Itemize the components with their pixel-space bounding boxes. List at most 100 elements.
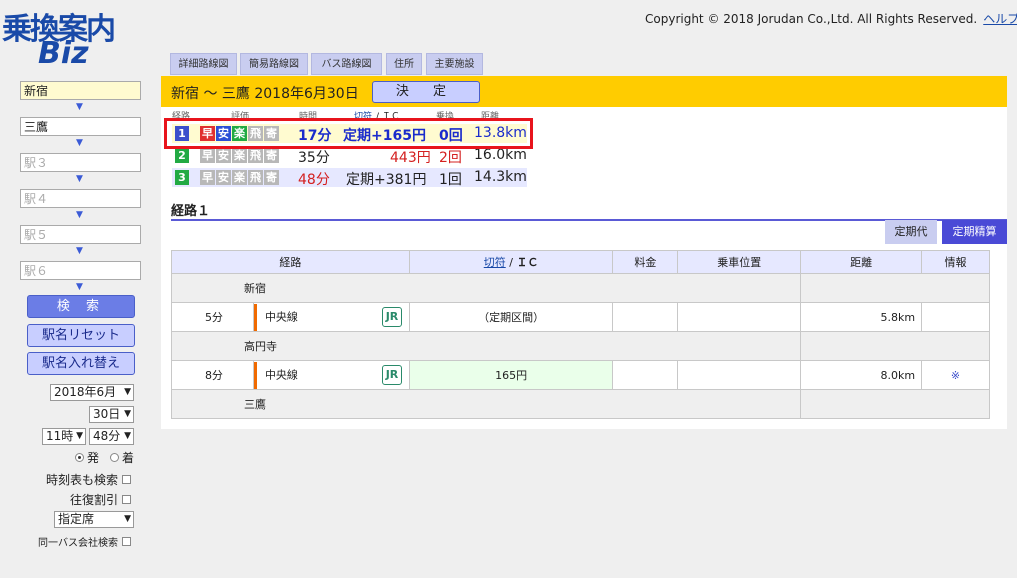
arrow-down-icon: ▼ xyxy=(76,138,83,148)
stopover-badge: 寄 xyxy=(264,170,279,185)
ticket-ic-separator: / xyxy=(505,256,517,269)
route-time: 35分 xyxy=(298,150,330,166)
station-name: 新宿 xyxy=(170,273,801,303)
segment-position xyxy=(677,360,802,390)
tab-simple-map[interactable]: 簡易路線図 xyxy=(240,53,308,75)
tab-facilities[interactable]: 主要施設 xyxy=(426,53,483,75)
tab-address[interactable]: 住所 xyxy=(386,53,422,75)
checkbox-icon xyxy=(122,475,131,484)
station-name: 高円寺 xyxy=(170,331,802,361)
day-value: 30日 xyxy=(93,407,121,421)
timetable-label: 時刻表も検索 xyxy=(45,473,118,487)
roundtrip-checkbox[interactable]: 往復割引 xyxy=(40,491,131,508)
segment-row: 5分 中央線 JR （定期区間） 5.8km xyxy=(171,302,990,332)
minute-value: 48分 xyxy=(93,429,121,443)
checkbox-icon xyxy=(122,537,131,546)
arrow-down-icon: ▼ xyxy=(76,246,83,256)
segment-row: 8分 中央線 JR 165円 8.0km ※ xyxy=(171,360,990,390)
arrow-down-icon: ▼ xyxy=(76,174,83,184)
cheap-badge: 安 xyxy=(216,170,231,185)
month-value: 2018年6月 xyxy=(54,385,117,399)
ticket-link[interactable]: 切符 xyxy=(484,256,506,269)
station-row: 三鷹 xyxy=(170,389,990,419)
reset-stations-button[interactable]: 駅名リセット xyxy=(27,324,135,347)
route-number: 3 xyxy=(175,170,189,185)
line-color-bar xyxy=(253,361,257,389)
route-section-title: 経路１ xyxy=(171,204,211,219)
cheap-badge: 安 xyxy=(216,148,231,163)
jr-icon: JR xyxy=(382,365,402,385)
segment-operator: JR xyxy=(375,360,410,390)
via-station-6-input[interactable] xyxy=(20,261,141,280)
same-bus-checkbox[interactable]: 同一バス会社検索 xyxy=(20,534,131,549)
depart-radio[interactable]: 発 xyxy=(75,449,99,466)
station-row: 高円寺 xyxy=(170,331,990,361)
via-station-3-input[interactable] xyxy=(20,153,141,172)
route-fare: 443円 xyxy=(390,150,431,166)
copyright: Copyright © 2018 Jorudan Co.,Ltd. All Ri… xyxy=(645,10,1017,27)
direct-badge: 飛 xyxy=(248,148,263,163)
th-fee: 料金 xyxy=(612,250,679,274)
chevron-down-icon: ▼ xyxy=(76,431,83,441)
decide-button[interactable]: 決 定 xyxy=(372,81,480,103)
info-note-link[interactable]: ※ xyxy=(921,360,990,390)
station-row-blank xyxy=(800,389,990,419)
segment-fee xyxy=(612,302,679,332)
th-distance: 距離 xyxy=(800,250,923,274)
route-time: 48分 xyxy=(298,172,330,188)
arrive-radio[interactable]: 着 xyxy=(110,449,134,466)
swap-stations-button[interactable]: 駅名入れ替え xyxy=(27,352,135,375)
fast-badge: 早 xyxy=(200,170,215,185)
segment-line: 中央線 xyxy=(252,360,376,390)
to-station-input[interactable] xyxy=(20,117,141,136)
route-distance: 16.0km xyxy=(474,147,527,163)
day-select[interactable]: 30日 ▼ xyxy=(89,406,134,423)
route-detail-table: 経路 切符 / ＩＣ 料金 乗車位置 距離 情報 新宿 5分 中央線 JR （定… xyxy=(170,250,990,419)
th-route: 経路 xyxy=(171,250,410,274)
month-select[interactable]: 2018年6月 ▼ xyxy=(50,384,134,401)
via-station-4-input[interactable] xyxy=(20,189,141,208)
route-distance: 14.3km xyxy=(474,169,527,185)
line-name: 中央線 xyxy=(264,368,298,381)
route-option-3[interactable]: 3 早 安 楽 飛 寄 48分 定期+381円 1回 14.3km xyxy=(172,168,527,188)
segment-fare: （定期区間） xyxy=(408,302,614,332)
segment-fee xyxy=(612,360,679,390)
stopover-badge: 寄 xyxy=(264,148,279,163)
route-transfers: 1回 xyxy=(439,172,462,188)
logo[interactable]: 乗換案内 Biz xyxy=(0,2,160,74)
timetable-checkbox[interactable]: 時刻表も検索 xyxy=(40,471,131,488)
radio-icon xyxy=(110,453,119,462)
route-transfers: 2回 xyxy=(439,150,462,166)
station-row-blank xyxy=(800,273,990,303)
pass-fare-toggle[interactable]: 定期代 xyxy=(885,220,937,244)
via-station-5-input[interactable] xyxy=(20,225,141,244)
checkbox-icon xyxy=(122,495,131,504)
chevron-down-icon: ▼ xyxy=(124,387,131,397)
arrow-down-icon: ▼ xyxy=(76,102,83,112)
copyright-text: Copyright © 2018 Jorudan Co.,Ltd. All Ri… xyxy=(645,12,978,26)
help-link[interactable]: ヘルプ xyxy=(983,12,1017,26)
search-button[interactable]: 検 索 xyxy=(27,295,135,318)
line-name: 中央線 xyxy=(264,310,298,323)
pass-settle-toggle[interactable]: 定期精算 xyxy=(942,220,1007,244)
segment-fare: 165円 xyxy=(408,360,614,390)
chevron-down-icon: ▼ xyxy=(124,431,131,441)
hour-select[interactable]: 11時 ▼ xyxy=(42,428,86,445)
roundtrip-label: 往復割引 xyxy=(69,493,118,507)
station-row: 新宿 xyxy=(170,273,990,303)
arrow-down-icon: ▼ xyxy=(76,210,83,220)
seat-select[interactable]: 指定席 ▼ xyxy=(54,511,134,528)
ic-label: ＩＣ xyxy=(516,256,539,269)
th-ticket: 切符 / ＩＣ xyxy=(408,250,614,274)
from-station-input[interactable] xyxy=(20,81,141,100)
easy-badge: 楽 xyxy=(232,148,247,163)
chevron-down-icon: ▼ xyxy=(124,409,131,419)
jr-icon: JR xyxy=(382,307,402,327)
route-fare: 定期+381円 xyxy=(346,172,427,188)
tab-detail-map[interactable]: 詳細路線図 xyxy=(170,53,237,75)
segment-distance: 8.0km xyxy=(800,360,923,390)
arrow-down-icon: ▼ xyxy=(76,282,83,292)
minute-select[interactable]: 48分 ▼ xyxy=(89,428,134,445)
th-position: 乗車位置 xyxy=(677,250,802,274)
tab-bus-map[interactable]: バス路線図 xyxy=(311,53,382,75)
